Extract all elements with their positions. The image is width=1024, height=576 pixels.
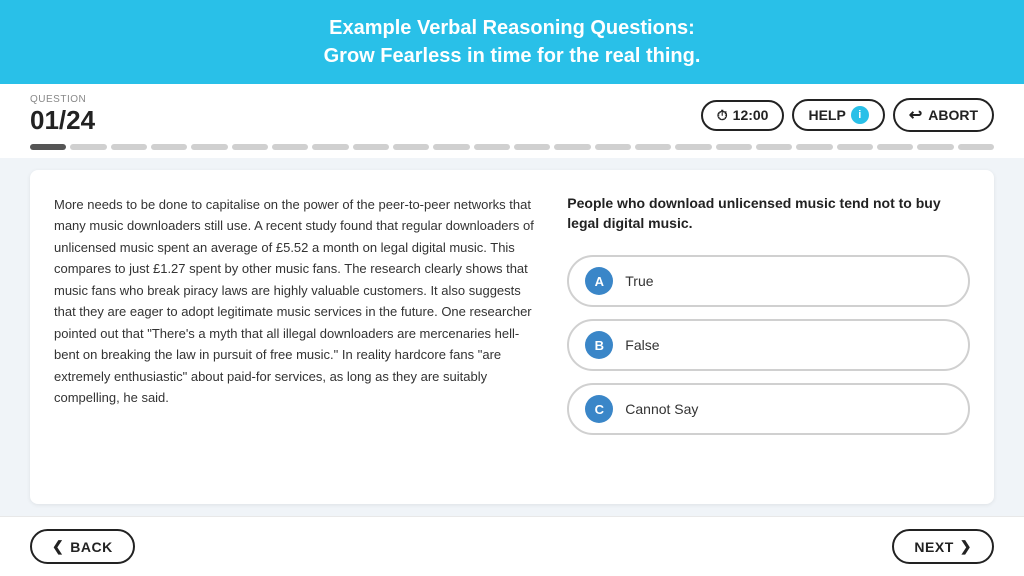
option-b-text: False (625, 337, 659, 353)
progress-segment-20 (796, 144, 832, 150)
progress-track (30, 144, 994, 150)
option-a[interactable]: A True (567, 255, 970, 307)
progress-segment-21 (837, 144, 873, 150)
back-chevron-icon: ❮ (52, 538, 64, 555)
help-label: HELP (808, 107, 845, 123)
question-card: More needs to be done to capitalise on t… (30, 170, 994, 504)
option-a-text: True (625, 273, 653, 289)
progress-segment-8 (312, 144, 348, 150)
abort-label: ABORT (928, 107, 978, 123)
option-c-text: Cannot Say (625, 401, 698, 417)
sub-header: QUESTION 01/24 ⏱ 12:00 HELP i ↩ ABORT (0, 84, 1024, 136)
progress-segment-18 (716, 144, 752, 150)
option-b-letter: B (585, 331, 613, 359)
next-button[interactable]: NEXT ❯ (892, 529, 994, 564)
help-button[interactable]: HELP i (792, 99, 884, 131)
question-label: QUESTION (30, 94, 95, 105)
passage-section: More needs to be done to capitalise on t… (54, 194, 537, 480)
progress-segment-2 (70, 144, 106, 150)
progress-segment-1 (30, 144, 66, 150)
progress-segment-3 (111, 144, 147, 150)
question-number: 01/24 (30, 105, 95, 136)
main-content: More needs to be done to capitalise on t… (0, 158, 1024, 516)
option-b[interactable]: B False (567, 319, 970, 371)
progress-segment-23 (917, 144, 953, 150)
progress-segment-14 (554, 144, 590, 150)
progress-segment-4 (151, 144, 187, 150)
option-c[interactable]: C Cannot Say (567, 383, 970, 435)
progress-segment-9 (353, 144, 389, 150)
progress-segment-22 (877, 144, 913, 150)
answer-section: People who download unlicensed music ten… (567, 194, 970, 480)
option-c-letter: C (585, 395, 613, 423)
progress-segment-24 (958, 144, 994, 150)
progress-segment-6 (232, 144, 268, 150)
progress-segment-11 (433, 144, 469, 150)
back-label: BACK (70, 539, 112, 555)
help-info-icon: i (851, 106, 869, 124)
footer: ❮ BACK NEXT ❯ (0, 516, 1024, 576)
progress-segment-17 (675, 144, 711, 150)
controls-group: ⏱ 12:00 HELP i ↩ ABORT (701, 98, 994, 132)
progress-segment-5 (191, 144, 227, 150)
abort-icon: ↩ (909, 105, 922, 125)
page-header: Example Verbal Reasoning Questions: Grow… (0, 0, 1024, 84)
abort-button[interactable]: ↩ ABORT (893, 98, 994, 132)
progress-segment-19 (756, 144, 792, 150)
timer-button[interactable]: ⏱ 12:00 (701, 100, 785, 131)
progress-segment-12 (474, 144, 510, 150)
progress-segment-13 (514, 144, 550, 150)
clock-icon: ⏱ (717, 107, 728, 124)
progress-bar-container (0, 136, 1024, 158)
header-title: Example Verbal Reasoning Questions: Grow… (20, 14, 1004, 70)
option-a-letter: A (585, 267, 613, 295)
next-label: NEXT (914, 539, 953, 555)
progress-segment-10 (393, 144, 429, 150)
timer-value: 12:00 (733, 107, 769, 123)
progress-segment-7 (272, 144, 308, 150)
question-info: QUESTION 01/24 (30, 94, 95, 136)
passage-text: More needs to be done to capitalise on t… (54, 194, 537, 408)
progress-segment-15 (595, 144, 631, 150)
progress-segment-16 (635, 144, 671, 150)
answer-question: People who download unlicensed music ten… (567, 194, 970, 233)
back-button[interactable]: ❮ BACK (30, 529, 135, 564)
next-chevron-icon: ❯ (960, 538, 972, 555)
